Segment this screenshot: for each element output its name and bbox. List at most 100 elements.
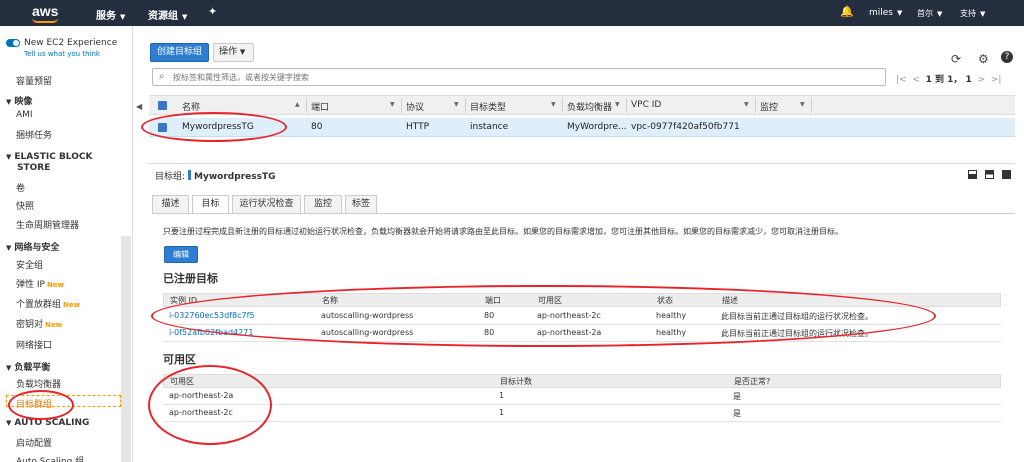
table-cell: autoscalling-wordpress [321,311,414,320]
support-menu[interactable]: 支持 ▼ [960,8,985,19]
column-header[interactable]: VPC ID [631,100,661,110]
sidebar-item-label: 弹性 IP [16,280,45,290]
sidebar-item-label: Auto Scaling 组 [16,457,85,462]
registered-column-header: 状态 [657,296,673,305]
sidebar-item-label: 网络接口 [16,341,53,351]
refresh-icon[interactable]: ⟳ [951,52,961,66]
table-cell: ap-northeast-2c [169,408,233,417]
sidebar-item[interactable]: 密钥对 New [16,317,62,330]
region-menu[interactable]: 首尔 ▼ [917,8,942,19]
layout-bottom-icon[interactable] [968,170,977,179]
chevron-down-icon: ▼ [239,48,246,56]
instance-id-link[interactable]: i-0f52afb02fbad4271 [169,328,253,337]
last-page-icon[interactable]: >| [991,75,1002,85]
layout-split-icon[interactable] [985,170,994,179]
services-menu[interactable]: 服务 ▼ [96,7,125,22]
sidebar-item[interactable]: 快照 [16,199,34,212]
sidebar-item[interactable]: Auto Scaling 组 [16,454,84,462]
sidebar-section-heading[interactable]: ▼ AUTO SCALING [6,418,89,428]
feedback-link[interactable]: Tell us what you think [24,50,100,58]
sort-icon[interactable]: ▼ [615,101,620,108]
sidebar-section-heading[interactable]: ▼ 网络与安全 [6,240,59,253]
sidebar-item[interactable]: 负载均衡器 [16,377,61,390]
detail-label: 目标组: [155,172,186,182]
previous-page-icon[interactable]: < [912,75,920,85]
detail-name: MywordpressTG [194,172,276,182]
caret-down-icon: ▼ [6,244,12,252]
column-header[interactable]: 端口 [311,100,329,113]
sidebar-section-label: STORE [17,163,51,173]
tab-2[interactable]: 运行状况检查 [232,195,301,214]
sort-icon[interactable]: ▼ [744,101,749,108]
select-all-checkbox[interactable] [158,101,167,110]
sidebar-item[interactable]: 个置放群组 New [16,297,80,310]
instance-id-link[interactable]: i-032760ec53df8c7f5 [169,311,255,320]
sidebar-item-label: 卷 [16,184,26,194]
tab-0[interactable]: 描述 [152,195,189,214]
column-separator [465,98,466,113]
column-header[interactable]: 负载均衡器 [567,100,612,113]
sort-icon[interactable]: ▼ [454,101,459,108]
collapse-sidebar-icon[interactable]: ◀ [136,102,142,111]
sidebar-item[interactable]: 安全组 [16,258,43,271]
help-icon[interactable]: ? [1001,51,1013,63]
gear-icon[interactable]: ⚙ [978,52,989,66]
sidebar-section-heading[interactable]: ▼ 映像 [6,94,32,107]
user-menu[interactable]: miles ▼ [869,8,902,18]
sort-icon[interactable]: ▼ [551,101,556,108]
sort-ascending-icon[interactable]: ▲ [295,101,300,108]
actions-button[interactable]: 操作 ▼ [213,43,254,62]
sidebar-item[interactable]: 捆绑任务 [16,128,52,141]
column-separator [626,98,627,113]
sidebar-item[interactable]: 启动配置 [16,436,52,449]
page-range: 1 到 1， 1 [925,75,972,85]
table-cell: 1 [499,408,505,417]
sidebar-item[interactable]: AMI [16,110,33,120]
column-separator [306,98,307,113]
table-row: i-032760ec53df8c7f5 autoscalling-wordpres… [163,308,1001,325]
pin-icon[interactable]: ✦ [208,5,217,18]
table-row[interactable]: MywordpressTG 80 HTTP instance MyWordpre... v… [149,118,1015,137]
bell-icon[interactable]: 🔔 [840,5,854,18]
tab-3[interactable]: 监控 [304,195,342,214]
table-cell: 是 [733,409,741,418]
column-header[interactable]: 目标类型 [470,100,506,113]
sidebar-scrollbar[interactable] [121,236,131,462]
sidebar-section-label: 映像 [14,97,33,107]
sidebar-section-heading[interactable]: ▼ 负载平衡 [6,360,50,373]
tab-1[interactable]: 目标 [192,195,229,214]
filter-search-input[interactable] [173,70,873,84]
sort-icon[interactable]: ▼ [390,101,395,108]
layout-full-icon[interactable] [1002,170,1011,179]
sidebar-section-heading[interactable]: ▼ ELASTIC BLOCK [6,152,92,162]
column-separator [811,98,812,113]
top-navigation-bar: aws 服务 ▼ 资源组 ▼ ✦ 🔔 miles ▼ 首尔 ▼ 支持 ▼ [0,0,1024,26]
sidebar-item[interactable]: 网络接口 [16,338,52,351]
targets-info-text: 只要注册过程完成且新注册的目标通过初始运行状况检查，负载均衡器就会开始将请求路由… [163,227,843,236]
row-checkbox[interactable] [158,123,167,132]
next-page-icon[interactable]: > [978,75,986,85]
sidebar-item-target-groups[interactable]: 目标群组 [16,397,52,410]
new-experience-toggle[interactable] [6,39,20,47]
tab-underline [152,213,1015,214]
table-cell: 此目标当前正通过目标组的运行状况检查。 [721,329,873,338]
first-page-icon[interactable]: |< [896,75,907,85]
edit-targets-button[interactable]: 编辑 [164,246,198,263]
sidebar-section-heading[interactable]: STORE [17,163,50,173]
sidebar-item[interactable]: 弹性 IP New [16,277,64,290]
tab-4[interactable]: 标签 [345,195,377,214]
column-header[interactable]: 名称 [182,100,200,113]
aws-logo[interactable]: aws [32,3,58,19]
new-badge: New [63,301,81,309]
resource-groups-menu[interactable]: 资源组 ▼ [148,7,187,22]
sidebar-item[interactable]: 卷 [16,181,25,194]
sidebar-item[interactable]: 生命周期管理器 [16,218,79,231]
search-icon: ⌕ [159,71,165,82]
create-target-group-button[interactable]: 创建目标组 [150,43,209,62]
sidebar-item[interactable]: 容量预留 [16,74,52,87]
column-header[interactable]: 协议 [406,100,424,113]
chevron-down-icon: ▼ [980,10,986,18]
column-header[interactable]: 监控 [760,100,778,113]
sort-icon[interactable]: ▼ [800,101,805,108]
sidebar-item-label: 启动配置 [16,439,53,449]
